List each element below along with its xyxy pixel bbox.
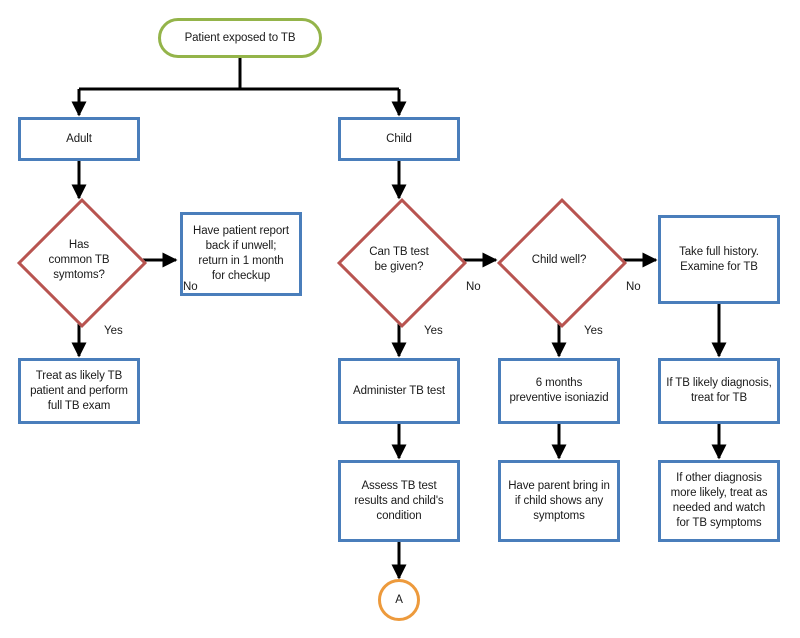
node-child-well-label: Child well? — [531, 253, 587, 266]
node-isoniazid-label: 6 months preventive isoniazid — [509, 377, 609, 404]
flowchart-canvas: Patient exposed to TB Adult Child Has co… — [0, 0, 800, 638]
node-assess-results[interactable]: Assess TB test results and child's condi… — [338, 460, 460, 542]
node-start[interactable]: Patient exposed to TB — [158, 18, 322, 58]
node-take-history-label: Take full history. Examine for TB — [679, 245, 759, 273]
node-adult-treat-label: Treat as likely TB patient and perform f… — [30, 369, 128, 412]
node-tb-likely[interactable]: If TB likely diagnosis, treat for TB — [658, 358, 780, 424]
node-adult-label: Adult — [66, 132, 92, 145]
node-connector-a[interactable]: A — [378, 579, 420, 621]
node-connector-a-label: A — [395, 593, 403, 606]
node-can-test[interactable]: Can TB test be given? — [336, 197, 468, 329]
node-can-test-label: Can TB test be given? — [369, 246, 429, 273]
node-assess-results-label: Assess TB test results and child's condi… — [354, 479, 444, 522]
node-start-label: Patient exposed to TB — [184, 31, 296, 44]
edge-label-can-test-no: No — [466, 281, 481, 293]
node-child[interactable]: Child — [338, 117, 460, 161]
node-administer-test-label: Administer TB test — [353, 384, 445, 397]
node-adult-report-back-label: Have patient report back if unwell; retu… — [193, 225, 289, 282]
edge-label-adult-symptoms-no: No — [183, 281, 198, 293]
node-other-diagnosis-label: If other diagnosis more likely, treat as… — [670, 472, 768, 529]
node-take-history[interactable]: Take full history. Examine for TB — [658, 215, 780, 304]
node-administer-test[interactable]: Administer TB test — [338, 358, 460, 424]
node-adult[interactable]: Adult — [18, 117, 140, 161]
node-adult-symptoms-label: Has common TB symtoms? — [48, 238, 110, 281]
node-adult-report-back[interactable]: Have patient report back if unwell; retu… — [180, 212, 302, 296]
node-adult-symptoms[interactable]: Has common TB symtoms? — [16, 197, 148, 329]
edge-label-child-well-yes: Yes — [584, 325, 603, 337]
node-child-well[interactable]: Child well? — [496, 197, 628, 329]
node-other-diagnosis[interactable]: If other diagnosis more likely, treat as… — [658, 460, 780, 542]
node-adult-treat[interactable]: Treat as likely TB patient and perform f… — [18, 358, 140, 424]
edge-label-can-test-yes: Yes — [424, 325, 443, 337]
node-parent-bring-in[interactable]: Have parent bring in if child shows any … — [498, 460, 620, 542]
node-isoniazid[interactable]: 6 months preventive isoniazid — [498, 358, 620, 424]
node-parent-bring-in-label: Have parent bring in if child shows any … — [508, 479, 610, 522]
edge-label-child-well-no: No — [626, 281, 641, 293]
edge-label-adult-symptoms-yes: Yes — [104, 325, 123, 337]
node-tb-likely-label: If TB likely diagnosis, treat for TB — [666, 377, 772, 404]
node-child-label: Child — [386, 132, 412, 145]
